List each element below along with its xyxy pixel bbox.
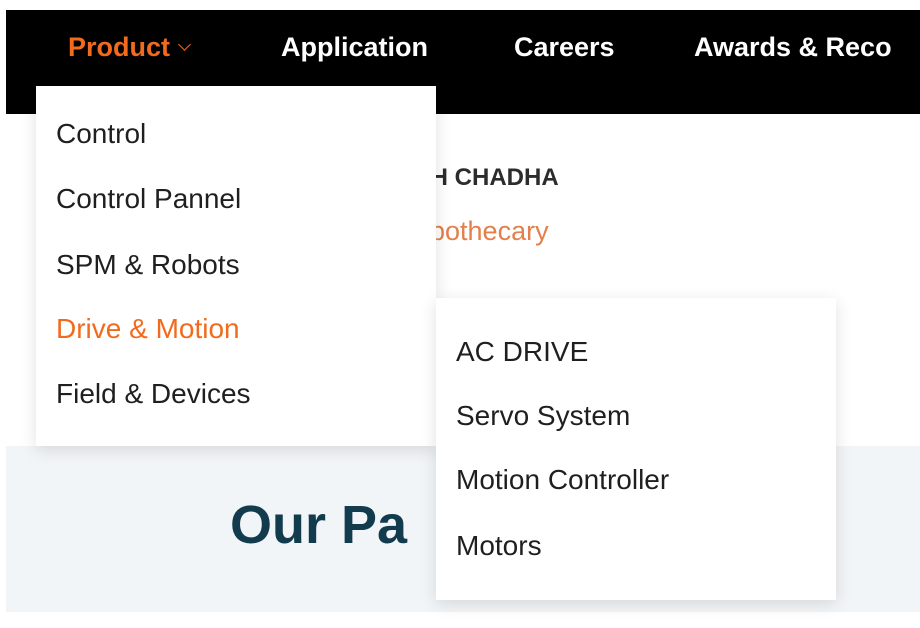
nav-item-awards[interactable]: Awards & Reco: [694, 32, 892, 63]
menu-item-control[interactable]: Control: [56, 118, 146, 150]
chevron-down-icon: [178, 38, 191, 51]
submenu-item-motors[interactable]: Motors: [456, 530, 542, 562]
submenu-item-motion-controller[interactable]: Motion Controller: [456, 464, 669, 496]
menu-item-spm-robots[interactable]: SPM & Robots: [56, 249, 240, 281]
nav-item-product[interactable]: Product: [68, 32, 191, 63]
submenu-item-servo-system[interactable]: Servo System: [456, 400, 630, 432]
nav-item-application[interactable]: Application: [281, 32, 428, 63]
submenu-item-ac-drive[interactable]: AC DRIVE: [456, 336, 588, 368]
drive-motion-submenu: AC DRIVE Servo System Motion Controller …: [436, 298, 836, 600]
nav-item-careers[interactable]: Careers: [514, 32, 615, 63]
nav-item-label: Product: [68, 32, 171, 62]
product-dropdown-menu: Control Control Pannel SPM & Robots Driv…: [36, 86, 436, 446]
menu-item-drive-motion[interactable]: Drive & Motion: [56, 313, 240, 345]
menu-item-control-pannel[interactable]: Control Pannel: [56, 183, 241, 215]
section-title: Our Pa: [230, 495, 408, 555]
menu-item-field-devices[interactable]: Field & Devices: [56, 378, 251, 410]
